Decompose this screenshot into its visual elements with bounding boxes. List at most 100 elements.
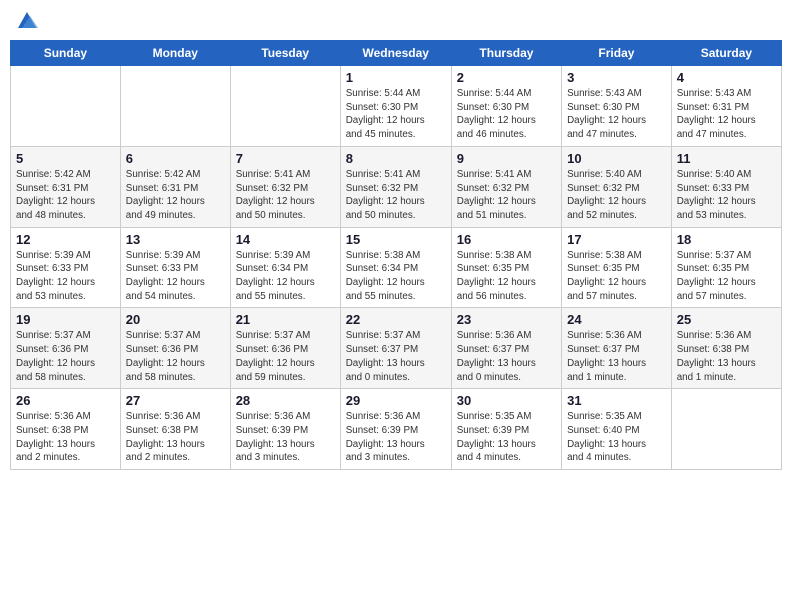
cell-daylight-info: Sunrise: 5:40 AMSunset: 6:32 PMDaylight:… — [567, 168, 666, 223]
calendar-cell: 12Sunrise: 5:39 AMSunset: 6:33 PMDayligh… — [11, 227, 121, 308]
cell-daylight-info: Sunrise: 5:42 AMSunset: 6:31 PMDaylight:… — [126, 168, 225, 223]
calendar-cell: 26 Sunrise: 5:36 AMSunset: 6:38 PMDayligh… — [11, 389, 121, 470]
calendar-week-row: 12 Sunrise: 5:39 AMSunset: 6:33 PMDayligh… — [11, 227, 782, 308]
cell-daylight-info: Sunrise: 5:37 AMSunset: 6:37 PMDaylight:… — [346, 329, 446, 384]
cell-daylight-info: Sunrise: 5:36 AMSunset: 6:38 PMDaylight:… — [16, 410, 115, 465]
calendar-cell: 18 Sunrise: 5:37 AMSunset: 6:35 PMDayligh… — [671, 227, 781, 308]
calendar-cell: 22 Sunrise: 5:37 AMSunset: 6:37 PMDayligh… — [340, 308, 451, 389]
calendar-cell: 24 Sunrise: 5:36 AMSunset: 6:37 PMDayligh… — [562, 308, 672, 389]
cell-date-number: 17 — [567, 232, 666, 247]
weekday-header-sunday: Sunday — [11, 41, 121, 66]
weekday-header-saturday: Saturday — [671, 41, 781, 66]
cell-date-number: 18 — [677, 232, 776, 247]
cell-daylight-info: Sunrise: 5:39 AMSunset: 6:34 PMDaylight:… — [236, 249, 335, 304]
cell-date-number: 22 — [346, 312, 446, 327]
cell-daylight-info: Sunrise: 5:35 AMSunset: 6:40 PMDaylight:… — [567, 410, 666, 465]
calendar-cell: 13 Sunrise: 5:39 AMSunset: 6:33 PMDayligh… — [120, 227, 230, 308]
calendar-cell: 7 Sunrise: 5:41 AMSunset: 6:32 PMDaylight… — [230, 146, 340, 227]
calendar-cell: 25 Sunrise: 5:36 AMSunset: 6:38 PMDayligh… — [671, 308, 781, 389]
calendar-cell: 23Sunrise: 5:36 AMSunset: 6:37 PMDayligh… — [451, 308, 561, 389]
calendar-cell: 14 Sunrise: 5:39 AMSunset: 6:34 PMDayligh… — [230, 227, 340, 308]
cell-daylight-info: Sunrise: 5:37 AMSunset: 6:35 PMDaylight:… — [677, 249, 776, 304]
cell-date-number: 3 — [567, 70, 666, 85]
cell-daylight-info: Sunrise: 5:36 AMSunset: 6:39 PMDaylight:… — [236, 410, 335, 465]
calendar-cell: 29Sunrise: 5:36 AMSunset: 6:39 PMDayligh… — [340, 389, 451, 470]
weekday-header-thursday: Thursday — [451, 41, 561, 66]
cell-daylight-info: Sunrise: 5:36 AMSunset: 6:38 PMDaylight:… — [677, 329, 776, 384]
calendar-cell: 3Sunrise: 5:43 AMSunset: 6:30 PMDaylight… — [562, 66, 672, 147]
cell-date-number: 8 — [346, 151, 446, 166]
calendar-week-row: 1 Sunrise: 5:44 AMSunset: 6:30 PMDaylight… — [11, 66, 782, 147]
cell-date-number: 30 — [457, 393, 556, 408]
cell-date-number: 13 — [126, 232, 225, 247]
cell-daylight-info: Sunrise: 5:39 AMSunset: 6:33 PMDaylight:… — [126, 249, 225, 304]
calendar-cell — [11, 66, 121, 147]
cell-date-number: 15 — [346, 232, 446, 247]
cell-date-number: 12 — [16, 232, 115, 247]
cell-daylight-info: Sunrise: 5:41 AMSunset: 6:32 PMDaylight:… — [236, 168, 335, 223]
cell-date-number: 19 — [16, 312, 115, 327]
cell-date-number: 5 — [16, 151, 115, 166]
cell-daylight-info: Sunrise: 5:43 AMSunset: 6:31 PMDaylight:… — [677, 87, 776, 142]
calendar-cell — [120, 66, 230, 147]
calendar-cell: 6 Sunrise: 5:42 AMSunset: 6:31 PMDaylight… — [120, 146, 230, 227]
cell-date-number: 1 — [346, 70, 446, 85]
calendar-cell: 8 Sunrise: 5:41 AMSunset: 6:32 PMDaylight… — [340, 146, 451, 227]
cell-date-number: 4 — [677, 70, 776, 85]
cell-daylight-info: Sunrise: 5:38 AMSunset: 6:35 PMDaylight:… — [457, 249, 556, 304]
cell-date-number: 25 — [677, 312, 776, 327]
calendar-cell: 9Sunrise: 5:41 AMSunset: 6:32 PMDaylight… — [451, 146, 561, 227]
cell-date-number: 29 — [346, 393, 446, 408]
cell-date-number: 16 — [457, 232, 556, 247]
calendar-cell: 17 Sunrise: 5:38 AMSunset: 6:35 PMDayligh… — [562, 227, 672, 308]
cell-daylight-info: Sunrise: 5:44 AMSunset: 6:30 PMDaylight:… — [346, 87, 446, 142]
calendar-cell: 5Sunrise: 5:42 AMSunset: 6:31 PMDaylight… — [11, 146, 121, 227]
cell-date-number: 9 — [457, 151, 556, 166]
calendar-cell: 4 Sunrise: 5:43 AMSunset: 6:31 PMDaylight… — [671, 66, 781, 147]
calendar-cell: 15 Sunrise: 5:38 AMSunset: 6:34 PMDayligh… — [340, 227, 451, 308]
weekday-header-tuesday: Tuesday — [230, 41, 340, 66]
cell-date-number: 28 — [236, 393, 335, 408]
logo-icon — [16, 10, 38, 32]
calendar-week-row: 5 Sunrise: 5:42 AMSunset: 6:31 PMDaylight… — [11, 146, 782, 227]
cell-date-number: 20 — [126, 312, 225, 327]
calendar-cell: 28 Sunrise: 5:36 AMSunset: 6:39 PMDayligh… — [230, 389, 340, 470]
weekday-header-friday: Friday — [562, 41, 672, 66]
cell-daylight-info: Sunrise: 5:40 AMSunset: 6:33 PMDaylight:… — [677, 168, 776, 223]
cell-date-number: 11 — [677, 151, 776, 166]
cell-daylight-info: Sunrise: 5:36 AMSunset: 6:37 PMDaylight:… — [567, 329, 666, 384]
calendar-cell: 1 Sunrise: 5:44 AMSunset: 6:30 PMDaylight… — [340, 66, 451, 147]
calendar-cell: 2 Sunrise: 5:44 AMSunset: 6:30 PMDaylight… — [451, 66, 561, 147]
cell-date-number: 6 — [126, 151, 225, 166]
calendar-cell: 19 Sunrise: 5:37 AMSunset: 6:36 PMDayligh… — [11, 308, 121, 389]
logo — [14, 10, 38, 32]
cell-date-number: 26 — [16, 393, 115, 408]
cell-daylight-info: Sunrise: 5:36 AMSunset: 6:38 PMDaylight:… — [126, 410, 225, 465]
calendar-cell: 30 Sunrise: 5:35 AMSunset: 6:39 PMDayligh… — [451, 389, 561, 470]
cell-date-number: 24 — [567, 312, 666, 327]
cell-daylight-info: Sunrise: 5:37 AMSunset: 6:36 PMDaylight:… — [236, 329, 335, 384]
calendar-cell: 10Sunrise: 5:40 AMSunset: 6:32 PMDayligh… — [562, 146, 672, 227]
calendar-cell — [671, 389, 781, 470]
calendar-table: SundayMondayTuesdayWednesdayThursdayFrid… — [10, 40, 782, 470]
calendar-cell: 21 Sunrise: 5:37 AMSunset: 6:36 PMDayligh… — [230, 308, 340, 389]
cell-date-number: 14 — [236, 232, 335, 247]
cell-daylight-info: Sunrise: 5:41 AMSunset: 6:32 PMDaylight:… — [346, 168, 446, 223]
cell-daylight-info: Sunrise: 5:37 AMSunset: 6:36 PMDaylight:… — [126, 329, 225, 384]
cell-date-number: 27 — [126, 393, 225, 408]
calendar-cell: 16 Sunrise: 5:38 AMSunset: 6:35 PMDayligh… — [451, 227, 561, 308]
cell-date-number: 31 — [567, 393, 666, 408]
cell-date-number: 21 — [236, 312, 335, 327]
cell-date-number: 2 — [457, 70, 556, 85]
cell-daylight-info: Sunrise: 5:44 AMSunset: 6:30 PMDaylight:… — [457, 87, 556, 142]
calendar-cell: 27 Sunrise: 5:36 AMSunset: 6:38 PMDayligh… — [120, 389, 230, 470]
cell-daylight-info: Sunrise: 5:38 AMSunset: 6:35 PMDaylight:… — [567, 249, 666, 304]
calendar-week-row: 26 Sunrise: 5:36 AMSunset: 6:38 PMDayligh… — [11, 389, 782, 470]
weekday-header-wednesday: Wednesday — [340, 41, 451, 66]
cell-daylight-info: Sunrise: 5:37 AMSunset: 6:36 PMDaylight:… — [16, 329, 115, 384]
cell-daylight-info: Sunrise: 5:38 AMSunset: 6:34 PMDaylight:… — [346, 249, 446, 304]
cell-daylight-info: Sunrise: 5:35 AMSunset: 6:39 PMDaylight:… — [457, 410, 556, 465]
cell-date-number: 7 — [236, 151, 335, 166]
cell-daylight-info: Sunrise: 5:36 AMSunset: 6:37 PMDaylight:… — [457, 329, 556, 384]
calendar-week-row: 19 Sunrise: 5:37 AMSunset: 6:36 PMDayligh… — [11, 308, 782, 389]
